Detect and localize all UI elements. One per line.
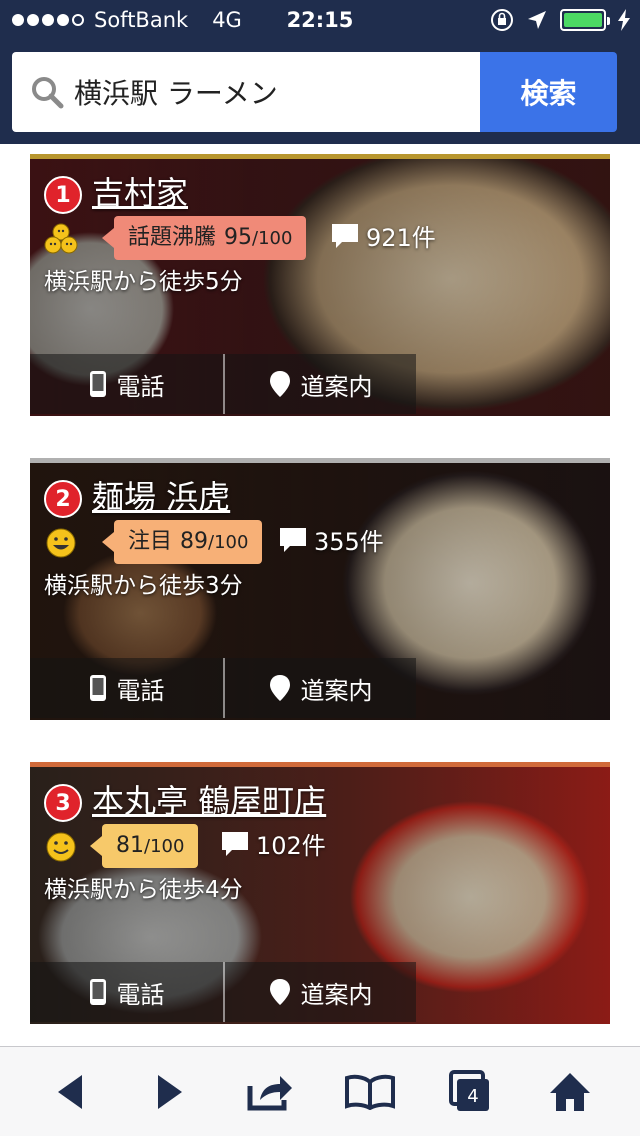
score-badge: 注目 89/100 xyxy=(101,520,263,564)
search-input[interactable]: 横浜駅 ラーメン xyxy=(12,52,480,132)
directions-button[interactable]: 道案内 xyxy=(223,658,416,718)
tabs-button[interactable]: 4 xyxy=(440,1062,500,1122)
phone-icon xyxy=(89,675,106,701)
search-button[interactable]: 検索 xyxy=(480,52,617,132)
location-arrow-icon xyxy=(528,11,546,29)
phone-icon xyxy=(89,371,106,397)
back-arrow-icon xyxy=(58,1074,82,1109)
bookmarks-button[interactable] xyxy=(340,1062,400,1122)
directions-button[interactable]: 道案内 xyxy=(223,354,416,414)
access-info: 横浜駅から徒歩5分 xyxy=(44,269,243,295)
rank-badge: 2 xyxy=(44,480,82,518)
phone-icon xyxy=(89,979,106,1005)
comment-count: 355件 xyxy=(278,522,384,557)
comment-bubble-icon xyxy=(280,527,306,552)
score-badge: 話題沸騰 95/100 xyxy=(101,216,307,260)
restaurant-card-1[interactable]: 1 吉村家 話題沸騰 95/100 921件 横浜駅から徒歩5分 電話 道案内 xyxy=(30,154,610,416)
restaurant-name-link[interactable]: 麺場 浜虎 xyxy=(92,472,230,518)
score-badge: 81/100 xyxy=(89,824,199,868)
map-pin-icon xyxy=(269,675,290,701)
score-max: /100 xyxy=(208,532,249,553)
badge-label: 話題沸騰 xyxy=(128,225,217,250)
comment-count: 921件 xyxy=(330,218,436,253)
call-button[interactable]: 電話 xyxy=(30,658,223,718)
search-query-text: 横浜駅 ラーメン xyxy=(74,77,278,110)
share-button[interactable] xyxy=(240,1062,300,1122)
access-info: 横浜駅から徒歩3分 xyxy=(44,573,243,599)
call-button[interactable]: 電話 xyxy=(30,354,223,414)
score-max: /100 xyxy=(252,228,293,249)
search-icon xyxy=(32,77,64,109)
grinning-face-icon xyxy=(46,528,76,558)
open-book-icon xyxy=(345,1074,395,1110)
forward-button[interactable] xyxy=(140,1062,200,1122)
buzzing-faces-icon xyxy=(44,223,78,254)
rank-badge: 3 xyxy=(44,784,82,822)
access-info: 横浜駅から徒歩4分 xyxy=(44,877,243,903)
status-bar: SoftBank 4G 22:15 xyxy=(0,0,640,40)
comment-bubble-icon xyxy=(222,831,248,856)
tabs-icon: 4 xyxy=(449,1069,489,1111)
restaurant-name-link[interactable]: 吉村家 xyxy=(92,168,188,214)
forward-arrow-icon xyxy=(158,1074,182,1109)
home-button[interactable] xyxy=(540,1062,600,1122)
browser-toolbar: 4 xyxy=(0,1046,640,1136)
restaurant-name-link[interactable]: 本丸亭 鶴屋町店 xyxy=(92,776,326,822)
map-pin-icon xyxy=(269,371,290,397)
score-value: 95 xyxy=(224,225,253,250)
restaurant-card-2[interactable]: 2 麺場 浜虎 注目 89/100 355件 横浜駅から徒歩3分 電話 道案内 xyxy=(30,458,610,720)
comment-count: 102件 xyxy=(220,826,326,861)
back-button[interactable] xyxy=(40,1062,100,1122)
rotation-lock-icon xyxy=(491,9,513,31)
smiling-face-icon xyxy=(46,832,76,862)
battery-icon xyxy=(560,9,610,31)
restaurant-card-3[interactable]: 3 本丸亭 鶴屋町店 81/100 102件 横浜駅から徒歩4分 電話 道案内 xyxy=(30,762,610,1024)
tabs-count: 4 xyxy=(467,1086,478,1107)
comment-bubble-icon xyxy=(332,223,358,248)
charging-bolt-icon xyxy=(618,9,630,31)
share-icon xyxy=(247,1075,292,1110)
score-value: 81 xyxy=(116,833,144,858)
score-value: 89 xyxy=(180,529,209,554)
badge-label: 注目 xyxy=(128,529,173,554)
search-header: 横浜駅 ラーメン 検索 xyxy=(0,40,640,144)
home-icon xyxy=(550,1072,590,1111)
rank-badge: 1 xyxy=(44,176,82,214)
map-pin-icon xyxy=(269,979,290,1005)
directions-button[interactable]: 道案内 xyxy=(223,962,416,1022)
score-max: /100 xyxy=(144,836,185,857)
call-button[interactable]: 電話 xyxy=(30,962,223,1022)
